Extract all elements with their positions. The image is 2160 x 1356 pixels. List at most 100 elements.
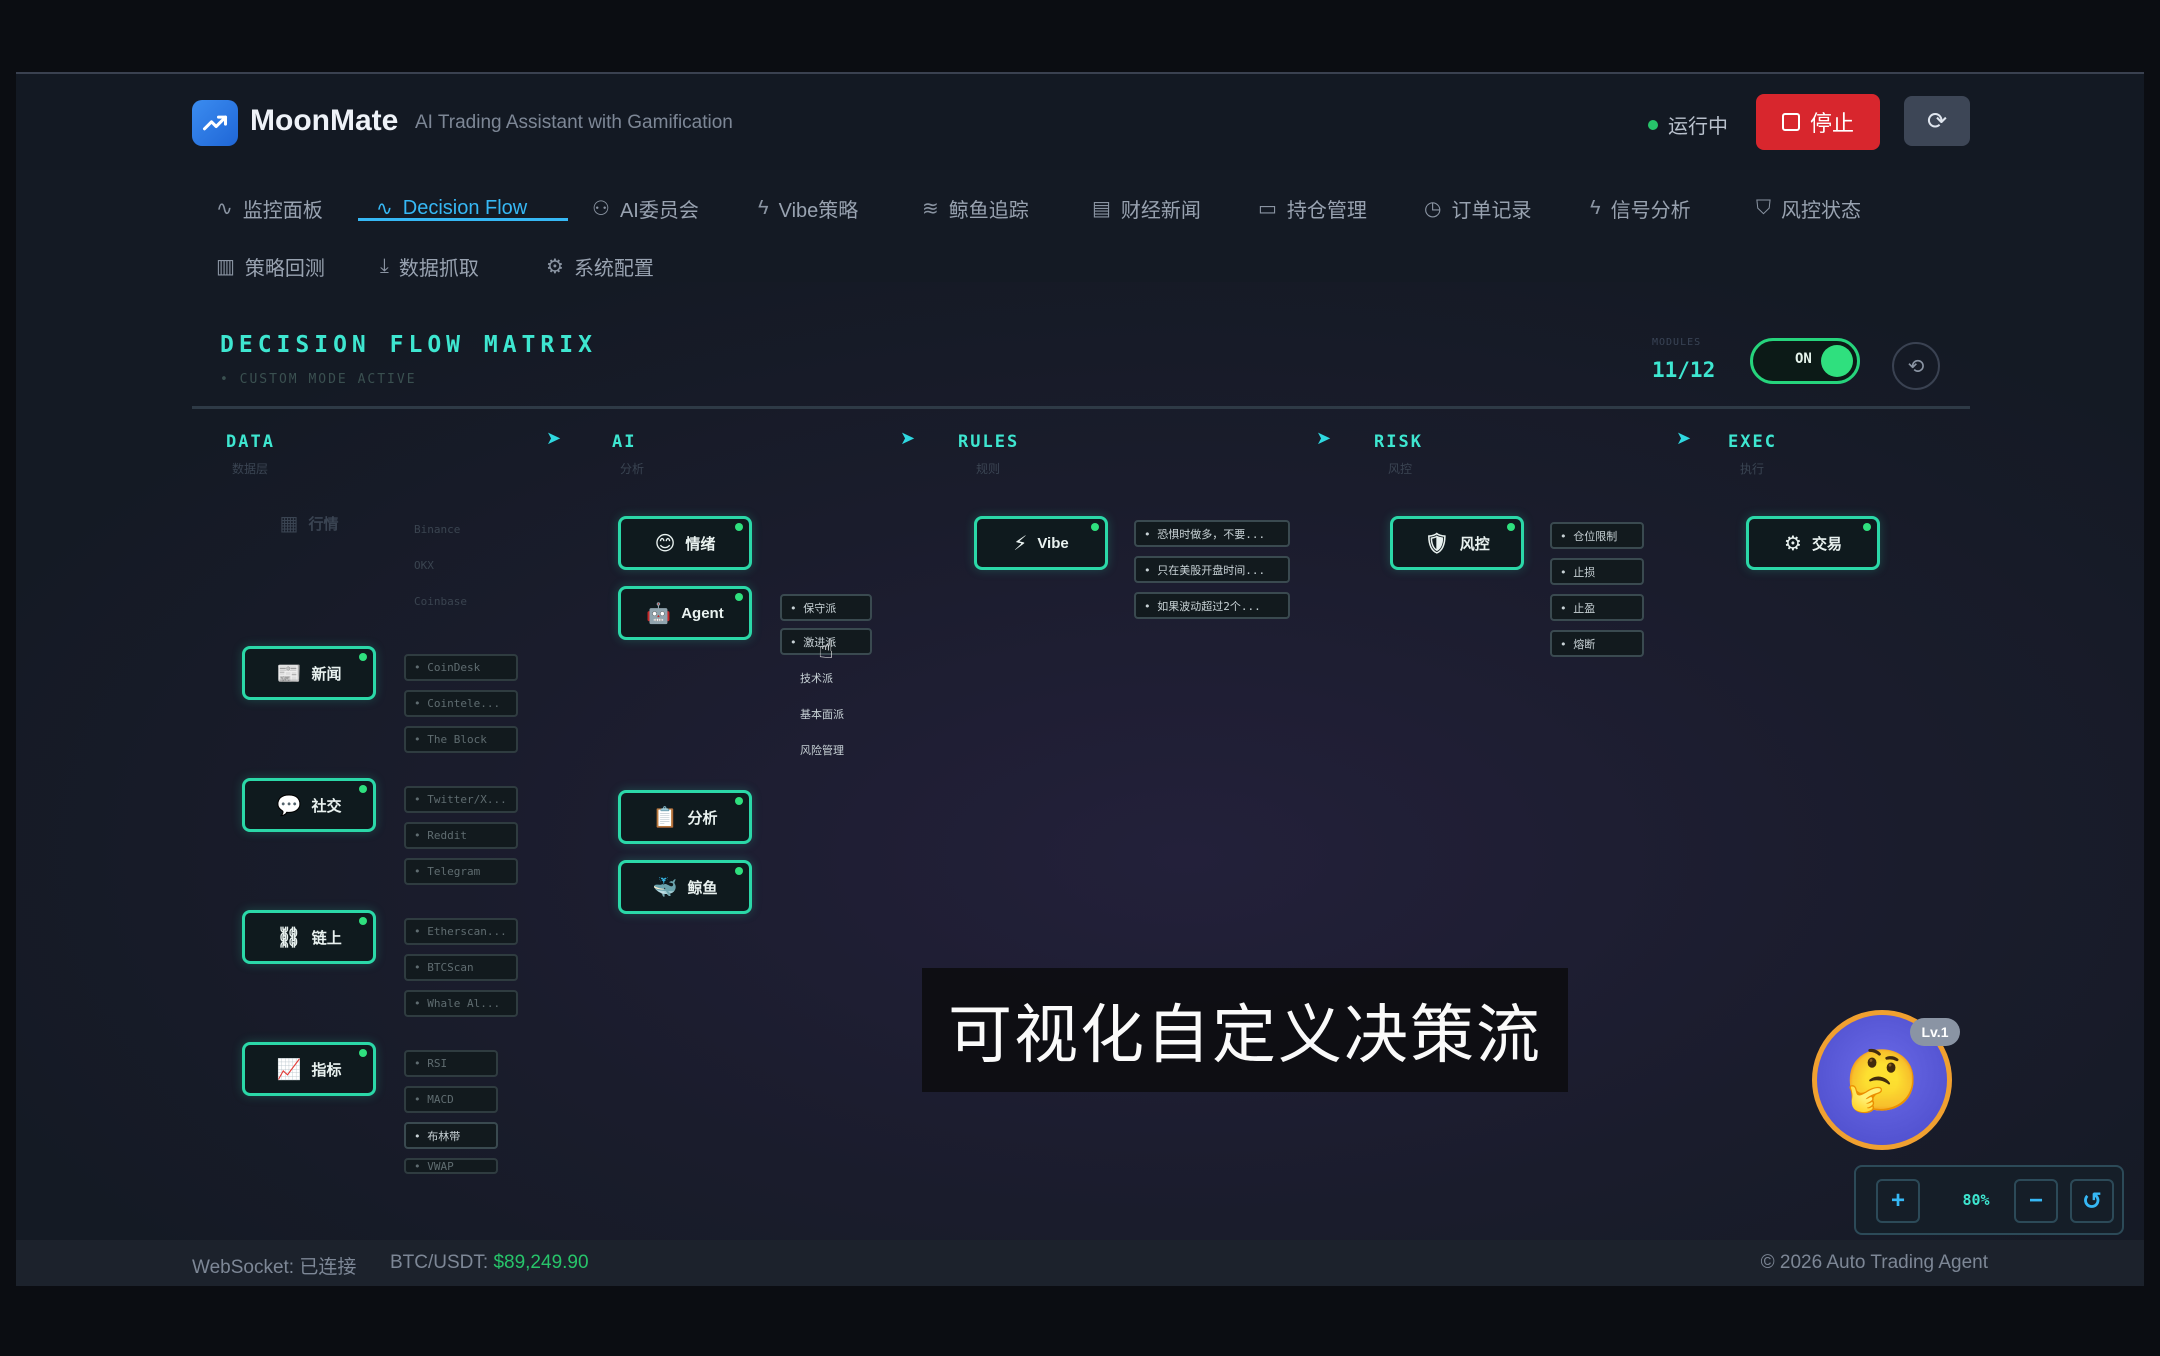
tab-decision-flow[interactable]: ∿ Decision Flow — [376, 188, 527, 228]
tab-vibe-strategy[interactable]: ϟ Vibe策略 — [758, 188, 858, 228]
risk-chip[interactable]: • 仓位限制 — [1550, 522, 1644, 549]
flow-arrow-icon: ➤ — [546, 428, 562, 448]
app-title: MoonMate — [250, 104, 399, 137]
rule-chip[interactable]: • 如果波动超过2个... — [1134, 592, 1290, 619]
node-onchain[interactable]: ⛓ 链上 — [242, 910, 376, 964]
source-chip[interactable]: • RSI — [404, 1050, 498, 1077]
zoom-in-button[interactable]: + — [1876, 1179, 1920, 1223]
zoom-reset-button[interactable]: ↺ — [2070, 1179, 2114, 1223]
refresh-button[interactable]: ⟳ — [1904, 96, 1970, 146]
matrix-title: DECISION FLOW MATRIX — [220, 332, 597, 358]
source-chip[interactable]: • Whale Al... — [404, 990, 518, 1017]
risk-chip[interactable]: • 熔断 — [1550, 630, 1644, 657]
node-whale[interactable]: 🐳 鲸鱼 — [618, 860, 752, 914]
node-social[interactable]: 💬 社交 — [242, 778, 376, 832]
source-chip[interactable]: Binance — [404, 516, 514, 543]
status-bar: WebSocket: 已连接 BTC/USDT: $89,249.90 © 20… — [16, 1240, 2144, 1286]
source-chip[interactable]: • Twitter/X... — [404, 786, 518, 813]
source-chip[interactable]: • CoinDesk — [404, 654, 518, 681]
video-caption: 可视化自定义决策流 — [922, 968, 1568, 1092]
node-label: 新闻 — [311, 665, 342, 683]
tab-signals[interactable]: ϟ 信号分析 — [1590, 188, 1691, 228]
tab-whale-tracking[interactable]: ≋ 鲸鱼追踪 — [922, 188, 1029, 228]
source-chip[interactable]: • Telegram — [404, 858, 518, 885]
source-chip[interactable]: • Reddit — [404, 822, 518, 849]
agent-chip[interactable]: 技术派 — [790, 664, 882, 691]
node-market[interactable]: ▦ 行情 — [242, 496, 376, 550]
source-chip[interactable]: • BTCScan — [404, 954, 518, 981]
risk-chip[interactable]: • 止盈 — [1550, 594, 1644, 621]
level-badge: Lv.1 — [1910, 1018, 1960, 1046]
node-label: 社交 — [311, 797, 342, 815]
node-analysis[interactable]: 📋 分析 — [618, 790, 752, 844]
active-dot — [359, 917, 367, 925]
tab-monitor[interactable]: ∿ 监控面板 — [216, 188, 323, 228]
source-chip[interactable]: • 布林带 — [404, 1122, 498, 1149]
chain-icon: ⛓ — [276, 926, 302, 949]
decision-flow-canvas[interactable]: DECISION FLOW MATRIX • CUSTOM MODE ACTIV… — [16, 282, 2144, 1240]
source-chip[interactable]: • Etherscan... — [404, 918, 518, 945]
node-label: 鲸鱼 — [687, 879, 718, 897]
source-chip[interactable]: • VWAP — [404, 1158, 498, 1174]
agent-chip[interactable]: 基本面派 — [790, 700, 882, 727]
column-title-rules: RULES — [958, 432, 1020, 452]
rule-chip[interactable]: • 恐惧时做多，不要... — [1134, 520, 1290, 547]
download-icon: ⤓ — [380, 254, 389, 277]
tab-data-fetch[interactable]: ⤓ 数据抓取 — [380, 246, 479, 286]
stop-button[interactable]: 停止 — [1756, 94, 1880, 150]
source-chip[interactable]: • MACD — [404, 1086, 498, 1113]
tab-settings[interactable]: ⚙ 系统配置 — [546, 246, 654, 286]
tab-orders[interactable]: ◷ 订单记录 — [1424, 188, 1531, 228]
tab-label: 财经新闻 — [1120, 199, 1201, 222]
tab-label: Decision Flow — [402, 196, 528, 219]
column-sub-ai: 分析 — [620, 462, 645, 476]
rule-chip[interactable]: • 只在美股开盘时间... — [1134, 556, 1290, 583]
agent-chip[interactable]: • 保守派 — [780, 594, 872, 621]
risk-chip[interactable]: • 止损 — [1550, 558, 1644, 585]
robot-icon: 🤖 — [646, 602, 672, 625]
gear-icon: ⚙ — [1784, 532, 1802, 555]
tab-ai-committee[interactable]: ⚇ AI委员会 — [592, 188, 699, 228]
bar-chart-icon: ▥ — [216, 255, 235, 278]
wallet-icon: ▭ — [1258, 197, 1277, 220]
node-news[interactable]: 📰 新闻 — [242, 646, 376, 700]
node-sentiment[interactable]: 😊 情绪 — [618, 516, 752, 570]
clock-icon: ◷ — [1424, 197, 1442, 220]
toggle-label: ON — [1795, 351, 1812, 367]
chat-icon: 💬 — [276, 794, 302, 817]
tab-label: 风控状态 — [1781, 199, 1861, 222]
tab-finance-news[interactable]: ▤ 财经新闻 — [1092, 188, 1201, 228]
tab-positions[interactable]: ▭ 持仓管理 — [1258, 188, 1367, 228]
zoom-out-button[interactable]: − — [2014, 1179, 2058, 1223]
source-chip[interactable]: • Cointele... — [404, 690, 518, 717]
zoom-level: 80% — [1962, 1191, 1990, 1209]
source-chip[interactable]: Coinbase — [404, 588, 514, 615]
node-indicator[interactable]: 📈 指标 — [242, 1042, 376, 1096]
toggle-knob — [1821, 345, 1853, 377]
active-dot — [735, 593, 743, 601]
bolt-icon: ϟ — [758, 196, 769, 219]
tab-backtest[interactable]: ▥ 策略回测 — [216, 246, 325, 286]
tab-bar: ∿ 监控面板 ∿ Decision Flow ⚇ AI委员会 ϟ Vibe策略 ≋ 鲸鱼追… — [16, 170, 2144, 282]
node-risk-control[interactable]: 🛡 风控 — [1390, 516, 1524, 570]
node-vibe[interactable]: ⚡ Vibe — [974, 516, 1108, 570]
tab-risk-status[interactable]: ⛉ 风控状态 — [1756, 188, 1861, 228]
rotate-icon: ↺ — [2081, 1187, 2103, 1215]
source-chip[interactable]: • The Block — [404, 726, 518, 753]
reset-flow-button[interactable]: ⟲ — [1892, 342, 1940, 390]
node-label: 风控 — [1459, 535, 1490, 553]
tab-label: Vibe策略 — [778, 199, 859, 222]
column-sub-data: 数据层 — [232, 462, 269, 476]
node-trade[interactable]: ⚙ 交易 — [1746, 516, 1880, 570]
agent-chip[interactable]: 风险管理 — [790, 736, 882, 763]
source-chip[interactable]: OKX — [404, 552, 514, 579]
minus-icon: − — [2028, 1187, 2043, 1214]
column-sub-rules: 规则 — [976, 462, 1001, 476]
thinking-face-icon: 🤔 — [1844, 1046, 1920, 1114]
custom-mode-toggle[interactable]: ON — [1750, 338, 1860, 384]
status-text: 运行中 — [1668, 116, 1728, 138]
active-dot — [735, 797, 743, 805]
matrix-subtitle: • CUSTOM MODE ACTIVE — [220, 372, 417, 387]
node-agent[interactable]: 🤖 Agent — [618, 586, 752, 640]
smile-icon: 😊 — [654, 532, 676, 555]
